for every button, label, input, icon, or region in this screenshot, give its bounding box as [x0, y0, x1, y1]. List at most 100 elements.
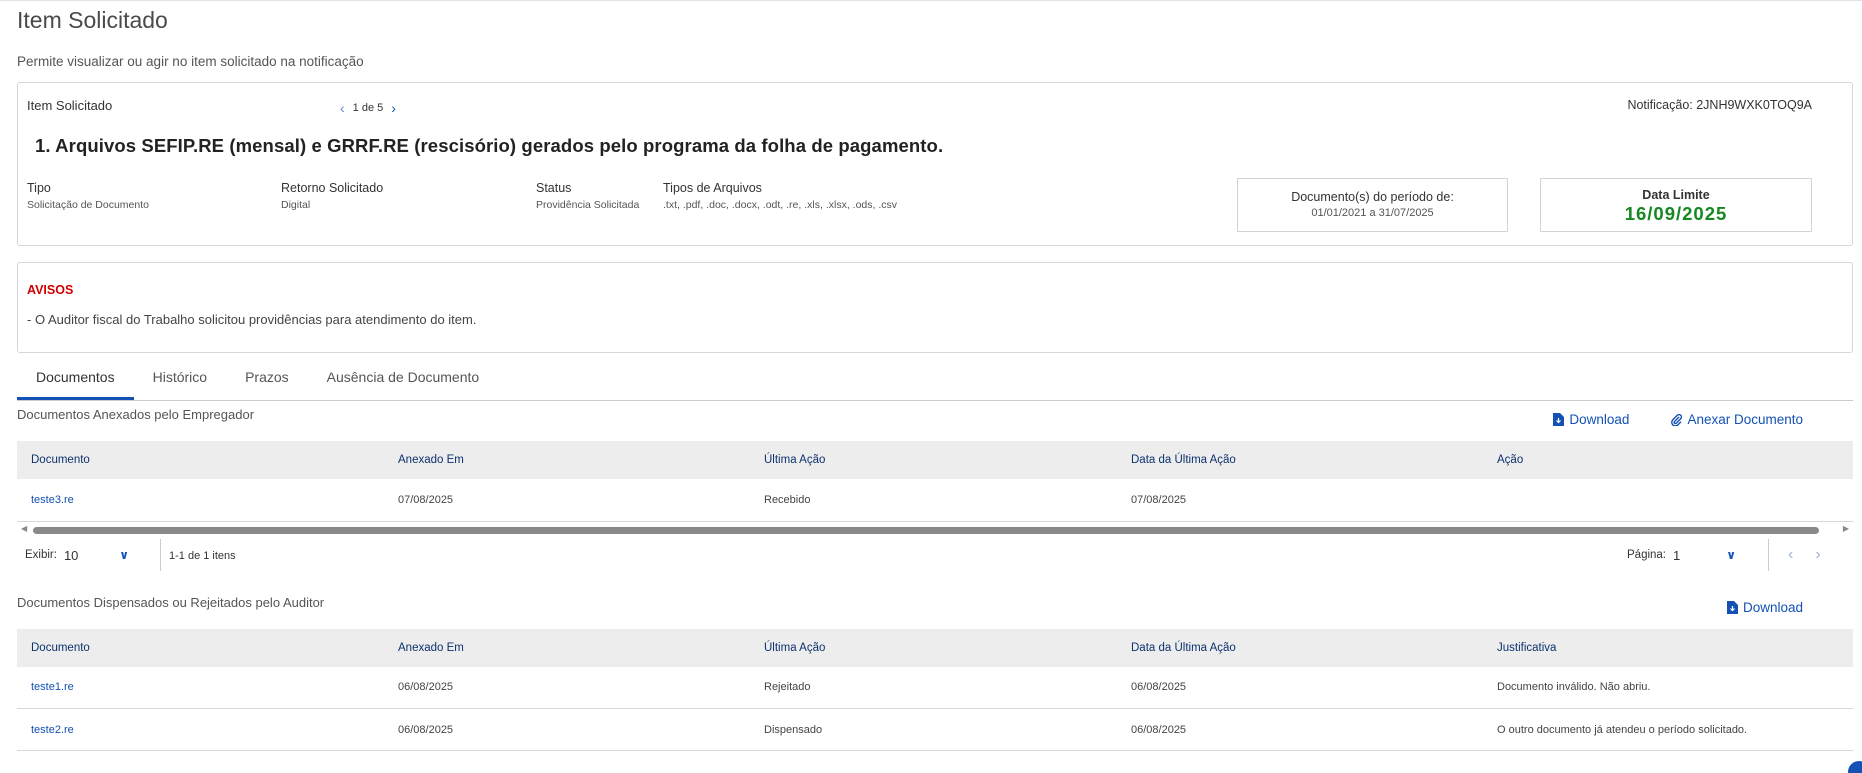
cell-extra	[1483, 479, 1853, 522]
anexados-pagination: Exibir: 10 ∨ 1-1 de 1 itens Página: 1 ∨ …	[17, 537, 1853, 577]
notification-id: Notificação: 2JNH9WXK0TOQ9A	[1627, 98, 1812, 112]
data-limite-box: Data Limite 16/09/2025	[1540, 178, 1812, 232]
table-row: teste2.re 06/08/2025 Dispensado 06/08/20…	[17, 708, 1853, 751]
column-header[interactable]: Anexado Em	[384, 441, 750, 479]
table-header-row: Documento Anexado Em Última Ação Data da…	[17, 628, 1853, 667]
cell-anexado: 06/08/2025	[384, 666, 750, 709]
field-value: Digital	[281, 199, 311, 211]
cell-acao: Dispensado	[750, 708, 1117, 751]
scrollbar-thumb[interactable]	[33, 526, 1819, 534]
page-size-value: 10	[63, 547, 79, 563]
column-header: Ação	[1483, 441, 1853, 479]
column-header[interactable]: Data da Última Ação	[1117, 441, 1483, 479]
column-header[interactable]: Última Ação	[750, 628, 1117, 667]
anexados-table: Documento Anexado Em Última Ação Data da…	[17, 441, 1853, 522]
divider	[1768, 538, 1769, 571]
pagina-label: Página:	[1627, 549, 1667, 561]
column-header[interactable]: Data da Última Ação	[1117, 628, 1483, 667]
field-label: Status	[536, 181, 572, 195]
tabs: Documentos Histórico Prazos Ausência de …	[17, 359, 1853, 401]
cell-acao: Recebido	[750, 479, 1117, 522]
page-nav: ‹ ›	[1788, 546, 1821, 564]
item-pager: ‹ 1 de 5 ›	[340, 100, 396, 116]
page-size: Exibir: 10 ∨	[25, 548, 129, 563]
field-status: Status Providência Solicitada	[536, 181, 639, 211]
previous-page-icon[interactable]: ‹	[1788, 546, 1793, 564]
field-value: Solicitação de Documento	[27, 199, 149, 211]
field-retorno: Retorno Solicitado Digital	[281, 181, 383, 211]
page-number: Página: 1 ∨	[1627, 548, 1736, 563]
field-label: Tipos de Arquivos	[663, 181, 762, 195]
chevron-down-icon: ∨	[119, 547, 129, 562]
field-label: Tipo	[27, 181, 51, 195]
floating-action-edge[interactable]	[1848, 761, 1862, 773]
anexados-title: Documentos Anexados pelo Empregador	[17, 407, 255, 422]
dispensados-title: Documentos Dispensados ou Rejeitados pel…	[17, 594, 325, 610]
periodo-box: Documento(s) do período de: 01/01/2021 a…	[1237, 178, 1508, 232]
cell-acao: Rejeitado	[750, 666, 1117, 709]
periodo-value: 01/01/2021 a 31/07/2025	[1311, 207, 1434, 219]
page: Item Solicitado Permite visualizar ou ag…	[0, 7, 1862, 751]
cell-documento: teste3.re	[17, 479, 384, 522]
column-header[interactable]: Justificativa	[1483, 628, 1853, 667]
column-header[interactable]: Documento	[17, 628, 384, 667]
cell-data: 07/08/2025	[1117, 479, 1483, 522]
scroll-right-icon[interactable]: ▶	[1843, 524, 1849, 533]
dispensados-header: Documentos Dispensados ou Rejeitados pel…	[17, 589, 1853, 629]
scroll-left-icon[interactable]: ◀	[21, 524, 27, 533]
tab-prazos[interactable]: Prazos	[226, 359, 308, 400]
anexados-header: Documentos Anexados pelo Empregador Down…	[17, 401, 1853, 441]
document-link[interactable]: teste1.re	[31, 681, 74, 693]
horizontal-scrollbar[interactable]: ◀ ▶	[17, 523, 1853, 537]
divider	[160, 538, 161, 571]
column-header[interactable]: Anexado Em	[384, 628, 750, 667]
document-link[interactable]: teste2.re	[31, 724, 74, 736]
items-count: 1-1 de 1 itens	[169, 549, 236, 562]
download-button[interactable]: Download	[1553, 412, 1629, 427]
cell-documento: teste1.re	[17, 666, 384, 709]
column-header[interactable]: Última Ação	[750, 441, 1117, 479]
document-link[interactable]: teste3.re	[31, 494, 74, 506]
tab-documentos[interactable]: Documentos	[17, 359, 134, 400]
item-pager-text: 1 de 5	[352, 102, 384, 114]
download-button[interactable]: Download	[1726, 599, 1803, 615]
download-label: Download	[1742, 599, 1803, 615]
cell-anexado: 06/08/2025	[384, 708, 750, 751]
column-header[interactable]: Documento	[17, 441, 384, 479]
page-value: 1	[1673, 547, 1681, 563]
next-page-icon[interactable]: ›	[1815, 546, 1820, 564]
cell-data: 06/08/2025	[1117, 708, 1483, 751]
download-label: Download	[1569, 412, 1630, 427]
anexados-actions: Download Anexar Documento	[1553, 412, 1803, 427]
field-value: .txt, .pdf, .doc, .docx, .odt, .re, .xls…	[663, 199, 897, 211]
data-limite-label: Data Limite	[1642, 188, 1710, 202]
tab-historico[interactable]: Histórico	[134, 359, 226, 400]
page-size-select[interactable]: 10 ∨	[64, 548, 129, 563]
page-title: Item Solicitado	[17, 7, 168, 33]
cell-justificativa: Documento inválido. Não abriu.	[1483, 666, 1853, 709]
item-card: Item Solicitado ‹ 1 de 5 › Notificação: …	[17, 82, 1853, 246]
field-tipos-arquivos: Tipos de Arquivos .txt, .pdf, .doc, .doc…	[663, 181, 897, 211]
exibir-label: Exibir:	[25, 549, 57, 561]
file-download-icon	[1553, 413, 1565, 426]
chevron-down-icon: ∨	[1726, 547, 1737, 562]
anexar-documento-button[interactable]: Anexar Documento	[1671, 412, 1803, 427]
table-header-row: Documento Anexado Em Última Ação Data da…	[17, 441, 1853, 479]
dispensados-actions: Download	[1726, 599, 1803, 615]
cell-data: 06/08/2025	[1117, 666, 1483, 709]
chevron-left-icon[interactable]: ‹	[340, 100, 345, 116]
table-row: teste1.re 06/08/2025 Rejeitado 06/08/202…	[17, 666, 1853, 709]
item-label: Item Solicitado	[27, 98, 113, 113]
file-download-icon	[1726, 600, 1738, 614]
anexar-label: Anexar Documento	[1687, 412, 1803, 427]
cell-anexado: 07/08/2025	[384, 479, 750, 522]
avisos-card: AVISOS - O Auditor fiscal do Trabalho so…	[17, 262, 1853, 353]
cell-justificativa: O outro documento já atendeu o período s…	[1483, 708, 1853, 751]
tab-ausencia-documento[interactable]: Ausência de Documento	[308, 359, 499, 400]
table-row: teste3.re 07/08/2025 Recebido 07/08/2025	[17, 479, 1853, 522]
page-select[interactable]: 1 ∨	[1673, 548, 1736, 563]
paperclip-icon	[1671, 413, 1683, 426]
field-label: Retorno Solicitado	[281, 181, 384, 195]
chevron-right-icon[interactable]: ›	[391, 100, 396, 116]
item-title: 1. Arquivos SEFIP.RE (mensal) e GRRF.RE …	[35, 135, 944, 156]
